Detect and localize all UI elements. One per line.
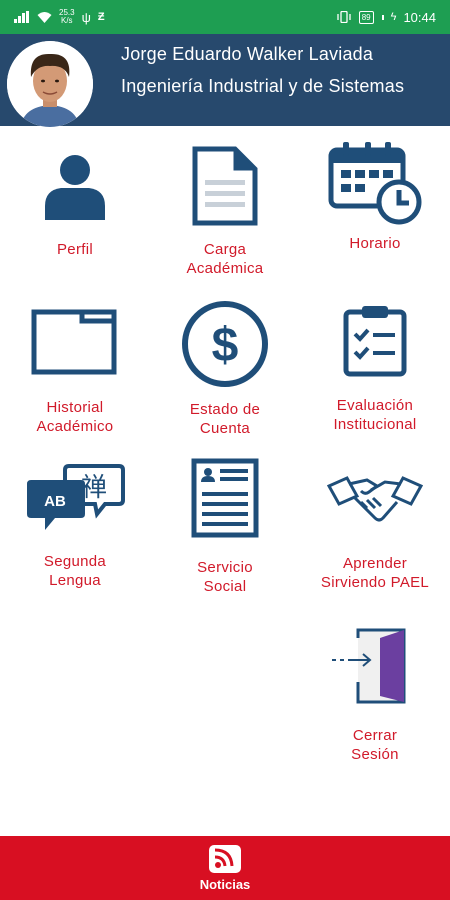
menu-label-historial: Historial Académico — [36, 399, 114, 435]
menu-label-horario: Horario — [349, 235, 401, 252]
handshake-icon — [327, 476, 423, 522]
document-icon — [192, 146, 258, 226]
menu-item-evaluacion[interactable]: Evaluación Institucional — [300, 304, 450, 434]
menu-item-horario[interactable]: Horario — [300, 142, 450, 253]
user-program: Ingeniería Industrial y de Sistemas — [121, 76, 405, 96]
news-label: Noticias — [199, 877, 251, 892]
menu-label-cerrar-sesion: Cerrar Sesión — [351, 727, 399, 763]
clipboard-check-icon — [343, 306, 407, 377]
menu-label-carga-academica: Carga Académica — [186, 241, 264, 277]
battery-tip — [381, 14, 384, 20]
bottom-nav: Noticias — [0, 836, 450, 900]
charging-icon: ϟ — [390, 11, 397, 23]
clock: 10:44 — [403, 9, 436, 25]
vibrate-icon — [337, 11, 351, 23]
menu-item-servicio-social[interactable]: Servicio Social — [150, 458, 300, 596]
menu-item-perfil[interactable]: Perfil — [0, 146, 150, 259]
profile-header: Jorge Eduardo Walker Laviada Ingeniería … — [0, 34, 450, 127]
menu-label-estado-cuenta: Estado de Cuenta — [189, 401, 261, 437]
id-card-icon — [191, 458, 259, 538]
menu-item-historial[interactable]: Historial Académico — [0, 306, 150, 436]
menu-label-evaluacion: Evaluación Institucional — [333, 397, 417, 433]
avatar[interactable] — [7, 41, 93, 127]
dollar-icon: $ — [182, 301, 268, 387]
menu-item-segunda-lengua[interactable]: 禅 AB Segunda Lengua — [0, 460, 150, 590]
wifi-icon — [37, 12, 52, 23]
menu-item-aprender-sirviendo[interactable]: Aprender Sirviendo PAEL — [300, 470, 450, 592]
menu-item-carga-academica[interactable]: Carga Académica — [150, 146, 300, 278]
news-tab[interactable]: Noticias — [180, 836, 270, 900]
avatar-photo — [7, 41, 93, 127]
user-name: Jorge Eduardo Walker Laviada — [121, 44, 374, 64]
debug-icon: Ƶ — [97, 11, 105, 23]
menu-label-aprender-sirviendo: Aprender Sirviendo PAEL — [320, 555, 430, 591]
usb-icon: ψ — [81, 9, 91, 25]
network-speed: 25.3 K/s — [59, 9, 75, 25]
rss-icon — [209, 845, 241, 873]
menu-label-perfil: Perfil — [57, 241, 93, 258]
status-right: 89 ϟ 10:44 — [336, 10, 436, 25]
calendar-clock-icon — [328, 142, 422, 225]
menu-label-servicio-social: Servicio Social — [197, 559, 253, 595]
signal-icon — [14, 11, 29, 23]
status-left: 25.3 K/s ψ Ƶ — [14, 9, 105, 25]
person-icon — [45, 155, 105, 220]
battery-level: 89 — [361, 12, 371, 22]
logout-door-icon — [332, 628, 406, 704]
menu-item-estado-cuenta[interactable]: $ Estado de Cuenta — [150, 300, 300, 438]
menu-label-segunda-lengua: Segunda Lengua — [43, 553, 107, 589]
status-bar: 25.3 K/s ψ Ƶ 89 ϟ 10:44 — [0, 0, 450, 34]
language-icon: 禅 AB — [27, 464, 125, 530]
speed-unit: K/s — [61, 16, 73, 25]
folder-icon — [31, 309, 117, 375]
battery-icon: 89 — [358, 10, 374, 24]
menu-item-cerrar-sesion[interactable]: Cerrar Sesión — [300, 626, 450, 764]
svg-text:$: $ — [212, 319, 239, 372]
svg-text:AB: AB — [44, 493, 66, 510]
